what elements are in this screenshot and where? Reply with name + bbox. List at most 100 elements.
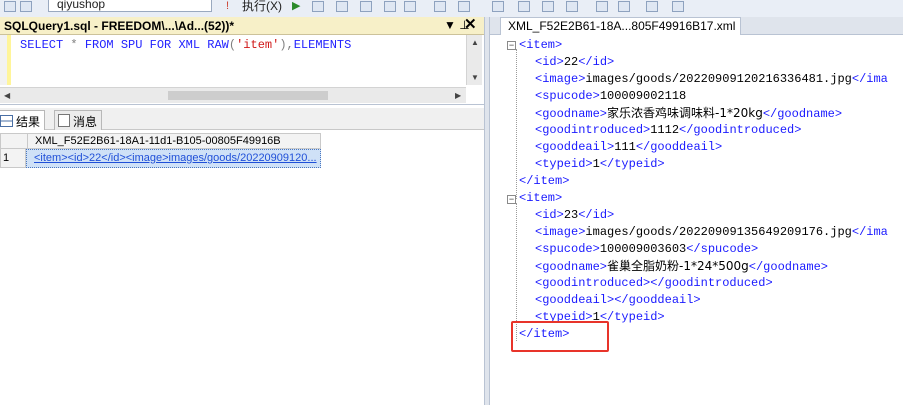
xml-value: images/goods/20220909135649209176.jpg	[585, 225, 852, 239]
xml-line: <gooddeail></gooddeail>	[535, 292, 701, 309]
editor-horizontal-scrollbar[interactable]: ◀ ▶	[0, 87, 466, 103]
increase-indent-icon[interactable]	[618, 1, 630, 12]
xml-value: 23	[563, 208, 579, 222]
xml-value: 1112	[650, 123, 680, 137]
sql-keyword: ELEMENTS	[293, 38, 352, 52]
tab-messages[interactable]: 消息	[54, 110, 103, 130]
sql-keyword: FOR	[149, 38, 172, 52]
query-tab-title: SQLQuery1.sql - FREEDOM\...\Ad...(52))*	[4, 19, 235, 33]
sql-paren: (	[228, 38, 237, 52]
xml-tag: <goodname>	[535, 107, 608, 121]
tab-results-label: 结果	[16, 115, 41, 129]
results-grid: XML_F52E2B61-18A1-11d1-B105-00805F49916B…	[0, 130, 484, 405]
grid-header-row: XML_F52E2B61-18A1-11d1-B105-00805F49916B	[0, 133, 321, 149]
highlight-annotation-box	[511, 321, 609, 352]
stop-icon[interactable]	[312, 1, 324, 12]
xml-line: <id>22</id>	[535, 54, 614, 71]
xml-result-cell[interactable]: <item><id>22</id><image>images/goods/202…	[26, 149, 321, 168]
xml-line: </item>	[519, 173, 569, 190]
sql-keyword: XML	[178, 38, 201, 52]
xml-tag: <spucode>	[535, 242, 600, 256]
xml-tag: <gooddeail></gooddeail>	[535, 293, 701, 307]
xml-tag: </gooddeail>	[635, 140, 723, 154]
sql-paren: )	[279, 38, 287, 52]
xml-tag: <goodintroduced>	[535, 123, 651, 137]
xml-line: <goodintroduced></goodintroduced>	[535, 275, 773, 292]
scroll-left-icon[interactable]: ◀	[4, 91, 10, 100]
xml-value: 100009002118	[599, 89, 687, 103]
toolbar-icon[interactable]	[20, 1, 32, 12]
xml-tag: <item>	[519, 191, 563, 205]
xml-line: <gooddeail>111</gooddeail>	[535, 139, 722, 156]
toolbar-icon[interactable]	[4, 1, 16, 12]
xml-line: <typeid>1</typeid>	[535, 156, 665, 173]
display-plan-icon[interactable]	[360, 1, 372, 12]
xml-line: <item>	[519, 37, 562, 54]
specify-values-icon[interactable]	[646, 1, 658, 12]
xml-line: <goodintroduced>1112</goodintroduced>	[535, 122, 801, 139]
tab-results[interactable]: 结果	[0, 110, 46, 130]
xml-tag: </spucode>	[686, 242, 759, 256]
query-editor-tab[interactable]: SQLQuery1.sql - FREEDOM\...\Ad...(52))* …	[0, 17, 484, 35]
sql-string: 'item'	[236, 38, 280, 52]
collapse-icon[interactable]: −	[507, 195, 516, 204]
execute-button[interactable]: 执行(X)	[242, 0, 282, 14]
column-header[interactable]: XML_F52E2B61-18A1-11d1-B105-00805F49916B	[27, 134, 322, 149]
decrease-indent-icon[interactable]	[596, 1, 608, 12]
debug-run-icon[interactable]: ▶	[292, 0, 300, 12]
message-icon	[58, 114, 70, 127]
xml-tag: </ima	[851, 225, 888, 239]
xml-line: <image>images/goods/20220909135649209176…	[535, 224, 888, 241]
xml-viewer[interactable]: − <item> <id>22</id> <image>images/goods…	[490, 35, 903, 405]
uncomment-icon[interactable]	[566, 1, 578, 12]
toolbar-options-icon[interactable]	[672, 1, 684, 12]
xml-value: 1	[592, 157, 600, 171]
grid-icon	[0, 115, 13, 127]
editor-vertical-scrollbar[interactable]: ▲ ▼	[466, 35, 482, 85]
xml-line: <goodname>雀巢全脂奶粉-1*24*500g</goodname>	[535, 258, 828, 275]
row-number[interactable]: 1	[0, 149, 26, 168]
xml-line: <spucode>100009002118	[535, 88, 686, 105]
window-edge	[899, 35, 903, 405]
xml-tag: <id>	[535, 55, 564, 69]
sql-keyword: SELECT	[20, 38, 64, 52]
xml-tag: <goodintroduced></goodintroduced>	[535, 276, 773, 290]
parse-icon[interactable]	[336, 1, 348, 12]
results-to-file-icon[interactable]	[518, 1, 530, 12]
xml-tag: <image>	[535, 72, 586, 86]
xml-tag: </goodname>	[762, 107, 843, 121]
xml-tag: </id>	[578, 55, 615, 69]
sql-editor[interactable]: SELECT * FROM SPU FOR XML RAW('item'),EL…	[0, 35, 484, 105]
scroll-right-icon[interactable]: ▶	[455, 91, 461, 100]
sql-table: SPU	[120, 38, 143, 52]
database-select[interactable]: qiyushop	[48, 0, 212, 12]
xml-tag: <spucode>	[535, 89, 600, 103]
xml-tag: </typeid>	[599, 157, 665, 171]
xml-tag: <gooddeail>	[535, 140, 615, 154]
xml-tag: </item>	[519, 174, 570, 188]
query-options-icon[interactable]	[384, 1, 396, 12]
results-to-grid-icon[interactable]	[404, 1, 416, 12]
sql-keyword: RAW	[207, 38, 229, 52]
close-tab-icon[interactable]: ✕	[464, 17, 477, 33]
collapse-icon[interactable]: −	[507, 41, 516, 50]
scrollbar-thumb[interactable]	[168, 91, 328, 100]
xml-line: <item>	[519, 190, 562, 207]
sql-query-line[interactable]: SELECT * FROM SPU FOR XML RAW('item'),EL…	[20, 38, 351, 52]
xml-document-tab[interactable]: XML_F52E2B61-18A...805F49916B17.xml	[500, 17, 741, 35]
sql-keyword: FROM	[84, 38, 114, 52]
xml-tag: </goodintroduced>	[679, 123, 802, 137]
results-to-text-icon[interactable]	[492, 1, 504, 12]
comment-icon[interactable]	[542, 1, 554, 12]
xml-value: 22	[563, 55, 579, 69]
execute-icon[interactable]: !	[226, 1, 229, 12]
xml-line: <id>23</id>	[535, 207, 614, 224]
include-plan-icon[interactable]	[434, 1, 446, 12]
xml-result-link[interactable]: <item><id>22</id><image>images/goods/202…	[34, 152, 317, 164]
scroll-down-icon[interactable]: ▼	[471, 73, 479, 82]
client-stats-icon[interactable]	[458, 1, 470, 12]
xml-value: 111	[614, 140, 636, 154]
scroll-up-icon[interactable]: ▲	[471, 38, 479, 47]
xml-tag: <goodname>	[535, 260, 608, 274]
xml-value: 100009003603	[599, 242, 687, 256]
